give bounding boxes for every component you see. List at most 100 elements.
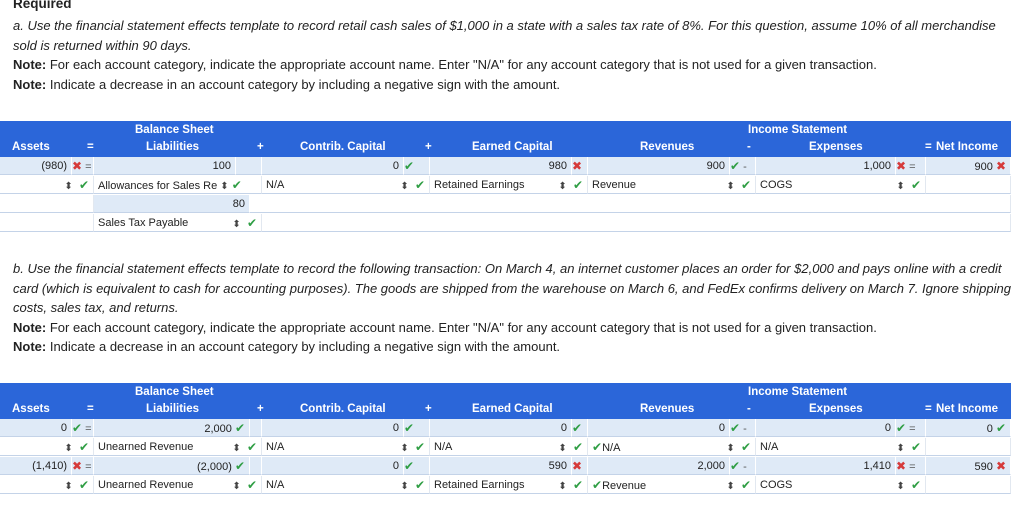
contrib-capital-header: Contrib. Capital	[300, 403, 386, 415]
assets-amount-input[interactable]: (1,410)	[0, 457, 72, 475]
liabilities-account-select[interactable]: Allowances for Sales Re ⬍ ✔	[94, 176, 262, 194]
contrib-account-select[interactable]: N/A ⬍ ✔	[262, 176, 430, 194]
revenues-account-select[interactable]: ✔N/A ⬍ ✔	[588, 438, 756, 456]
incorrect-icon: ✖	[896, 159, 907, 173]
expenses-amount-input[interactable]: 1,410	[756, 457, 896, 475]
section-title: Required	[13, 0, 72, 11]
equals-sign: =	[925, 141, 932, 153]
revenues-account-select[interactable]: Revenue ⬍ ✔	[588, 176, 756, 194]
liabilities-header: Liabilities	[146, 403, 200, 415]
income-statement-label: Income Statement	[748, 386, 848, 398]
earned-account-select[interactable]: N/A ⬍ ✔	[430, 438, 588, 456]
contrib-amount-input[interactable]: 0	[262, 457, 404, 475]
contrib-account-select[interactable]: N/A ⬍ ✔	[262, 438, 430, 456]
template-header: Balance Sheet Income Statement Assets = …	[0, 121, 1011, 157]
net-income-header: Net Income	[936, 403, 998, 415]
expenses-amount-input[interactable]: 0	[756, 419, 896, 437]
earned-amount-input[interactable]: 980	[430, 157, 572, 175]
correct-icon: ✔	[730, 421, 741, 435]
revenues-header: Revenues	[640, 141, 695, 153]
part-b-instructions: b. Use the financial statement effects t…	[13, 259, 1013, 357]
minus-sign: -	[747, 141, 751, 153]
note-text: Indicate a decrease in an account catego…	[46, 339, 561, 354]
equals-sign: =	[87, 403, 94, 415]
assets-header: Assets	[12, 403, 50, 415]
expenses-header: Expenses	[809, 403, 863, 415]
expenses-header: Expenses	[809, 141, 863, 153]
note-label: Note:	[13, 57, 47, 72]
liabilities-amount-input[interactable]: (2,000) ✔	[94, 457, 250, 475]
correct-icon: ✔	[72, 421, 83, 435]
revenues-account-select[interactable]: ✔Revenue ⬍ ✔	[588, 476, 756, 494]
liabilities-amount-input[interactable]: 80	[94, 195, 250, 213]
earned-account-select[interactable]: Retained Earnings ⬍ ✔	[430, 476, 588, 494]
revenues-amount-input[interactable]: 900	[588, 157, 730, 175]
earned-amount-input[interactable]: 0	[430, 419, 572, 437]
correct-icon: ✔	[404, 421, 415, 435]
select-arrows-icon: ⬍	[64, 181, 73, 192]
liabilities-account-select[interactable]: Sales Tax Payable ⬍ ✔	[94, 214, 262, 232]
liabilities-amount-input[interactable]: 100	[94, 157, 236, 175]
part-a-instructions: a. Use the financial statement effects t…	[13, 16, 1013, 94]
correct-icon: ✔	[730, 459, 741, 473]
correct-icon: ✔	[572, 421, 583, 435]
net-income-amount-input[interactable]: 900 ✖	[926, 157, 1011, 175]
correct-icon: ✔	[404, 159, 415, 173]
expenses-account-select[interactable]: COGS ⬍ ✔	[756, 476, 926, 494]
expenses-amount-input[interactable]: 1,000	[756, 157, 896, 175]
correct-icon: ✔	[730, 159, 741, 173]
plus-sign: +	[425, 141, 432, 153]
part-a-prompt: a. Use the financial statement effects t…	[13, 18, 996, 53]
incorrect-icon: ✖	[896, 459, 907, 473]
net-income-header: Net Income	[936, 141, 998, 153]
incorrect-icon: ✖	[572, 159, 583, 173]
note-text: Indicate a decrease in an account catego…	[46, 76, 561, 92]
note-label: Note:	[13, 339, 47, 354]
contrib-capital-header: Contrib. Capital	[300, 141, 386, 153]
plus-sign: +	[425, 403, 432, 415]
balance-sheet-label: Balance Sheet	[135, 386, 214, 398]
incorrect-icon: ✖	[72, 459, 83, 473]
select-arrows-icon: ⬍	[64, 443, 73, 454]
earned-account-select[interactable]: Retained Earnings ⬍ ✔	[430, 176, 588, 194]
correct-icon: ✔	[896, 421, 907, 435]
assets-amount-input[interactable]: 0	[0, 419, 72, 437]
balance-sheet-label: Balance Sheet	[135, 124, 214, 136]
plus-sign: +	[257, 141, 264, 153]
liabilities-account-select[interactable]: Unearned Revenue ⬍ ✔	[94, 476, 262, 494]
contrib-amount-input[interactable]: 0	[262, 157, 404, 175]
note-label: Note:	[13, 76, 47, 92]
plus-sign: +	[257, 403, 264, 415]
note-label: Note:	[13, 319, 47, 335]
assets-amount-input[interactable]: (980)	[0, 157, 72, 175]
assets-account-select[interactable]: ⬍ ✔	[0, 438, 94, 456]
liabilities-header: Liabilities	[146, 141, 200, 153]
select-arrows-icon: ⬍	[64, 481, 73, 492]
contrib-account-select[interactable]: N/A ⬍ ✔	[262, 476, 430, 494]
net-income-amount-input[interactable]: 590 ✖	[926, 457, 1011, 475]
contrib-amount-input[interactable]: 0	[262, 419, 404, 437]
net-income-amount-input[interactable]: 0 ✔	[926, 419, 1011, 437]
liabilities-amount-input[interactable]: 2,000 ✔	[94, 419, 250, 437]
note-text: For each account category, indicate the …	[46, 57, 877, 72]
earned-capital-header: Earned Capital	[472, 141, 553, 153]
equals-sign: =	[87, 141, 94, 153]
revenues-amount-input[interactable]: 0	[588, 419, 730, 437]
liabilities-account-select[interactable]: Unearned Revenue ⬍ ✔	[94, 438, 262, 456]
correct-icon: ✔	[404, 459, 415, 473]
part-b-prompt: b. Use the financial statement effects t…	[13, 261, 1011, 315]
expenses-account-select[interactable]: COGS ⬍ ✔	[756, 176, 926, 194]
revenues-header: Revenues	[640, 403, 695, 415]
equals-sign: =	[925, 403, 932, 415]
assets-header: Assets	[12, 141, 50, 153]
revenues-amount-input[interactable]: 2,000	[588, 457, 730, 475]
incorrect-icon: ✖	[72, 159, 83, 173]
incorrect-icon: ✖	[572, 459, 583, 473]
earned-amount-input[interactable]: 590	[430, 457, 572, 475]
assets-account-select[interactable]: ⬍ ✔	[0, 176, 94, 194]
assets-account-select[interactable]: ⬍ ✔	[0, 476, 94, 494]
template-header: Balance Sheet Income Statement Assets = …	[0, 383, 1011, 419]
income-statement-label: Income Statement	[748, 124, 848, 136]
expenses-account-select[interactable]: N/A ⬍ ✔	[756, 438, 926, 456]
minus-sign: -	[747, 403, 751, 415]
